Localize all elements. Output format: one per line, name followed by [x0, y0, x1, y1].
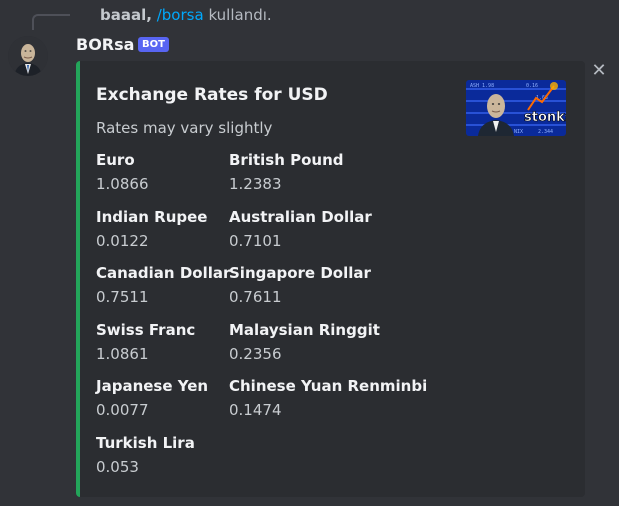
field-turkish-lira: Turkish Lira 0.053	[96, 433, 195, 477]
field-value: 0.0077	[96, 401, 149, 419]
field-name: Singapore Dollar	[229, 264, 371, 282]
embed-description: Rates may vary slightly	[96, 119, 273, 137]
field-name: Indian Rupee	[96, 208, 208, 226]
field-name: Swiss Franc	[96, 321, 196, 339]
field-indian-rupee: Indian Rupee 0.0122	[96, 207, 207, 251]
embed-thumbnail[interactable]: ASH 1.98 0.16 1.63 2.344 NIX stonks	[466, 80, 566, 136]
avatar[interactable]	[8, 36, 48, 76]
embed-title: Exchange Rates for USD	[96, 85, 328, 105]
embed: Exchange Rates for USD Rates may vary sl…	[76, 61, 585, 497]
field-value: 0.053	[96, 458, 139, 476]
reply-command[interactable]: /borsa	[157, 6, 204, 24]
field-value: 1.2383	[229, 175, 282, 193]
field-name: Australian Dollar	[229, 208, 372, 226]
field-value: 0.7511	[96, 288, 149, 306]
field-australian-dollar: Australian Dollar 0.7101	[229, 207, 372, 251]
field-value: 0.1474	[229, 401, 282, 419]
stonks-thumbnail-icon: ASH 1.98 0.16 1.63 2.344 NIX stonks	[466, 80, 566, 136]
field-name: Canadian Dollar	[96, 264, 231, 282]
reply-preview[interactable]: baaal, /borsa kullandı.	[100, 5, 272, 25]
field-euro: Euro 1.0866	[96, 150, 149, 194]
field-canadian-dollar: Canadian Dollar 0.7511	[96, 263, 230, 307]
thumbnail-caption: stonks	[524, 110, 566, 125]
field-name: Chinese Yuan Renminbi	[229, 377, 428, 395]
field-name: British Pound	[229, 151, 344, 169]
field-value: 0.7611	[229, 288, 282, 306]
field-value: 1.0861	[96, 345, 149, 363]
field-name: Malaysian Ringgit	[229, 321, 380, 339]
field-swiss-franc: Swiss Franc 1.0861	[96, 320, 195, 364]
field-value: 0.7101	[229, 232, 282, 250]
close-icon[interactable]: ✕	[589, 60, 609, 82]
svg-text:0.16: 0.16	[526, 83, 538, 89]
svg-text:NIX: NIX	[514, 129, 523, 135]
field-singapore-dollar: Singapore Dollar 0.7611	[229, 263, 371, 307]
field-malaysian-ringgit: Malaysian Ringgit 0.2356	[229, 320, 380, 364]
svg-text:2.344: 2.344	[538, 129, 553, 135]
reply-suffix: kullandı.	[208, 6, 272, 24]
field-chinese-yuan: Chinese Yuan Renminbi 0.1474	[229, 376, 427, 420]
field-value: 0.2356	[229, 345, 282, 363]
stonks-man-avatar-icon	[8, 36, 48, 76]
field-japanese-yen: Japanese Yen 0.0077	[96, 376, 208, 420]
reply-username[interactable]: baaal,	[100, 6, 152, 24]
field-name: Japanese Yen	[96, 377, 209, 395]
field-value: 0.0122	[96, 232, 149, 250]
bot-badge: BOT	[138, 37, 169, 52]
field-name: Euro	[96, 151, 135, 169]
field-value: 1.0866	[96, 175, 149, 193]
field-british-pound: British Pound 1.2383	[229, 150, 344, 194]
svg-text:ASH 1.98: ASH 1.98	[470, 83, 494, 89]
bot-username[interactable]: BORsa	[76, 34, 134, 56]
reply-connector	[32, 14, 70, 30]
field-name: Turkish Lira	[96, 434, 195, 452]
